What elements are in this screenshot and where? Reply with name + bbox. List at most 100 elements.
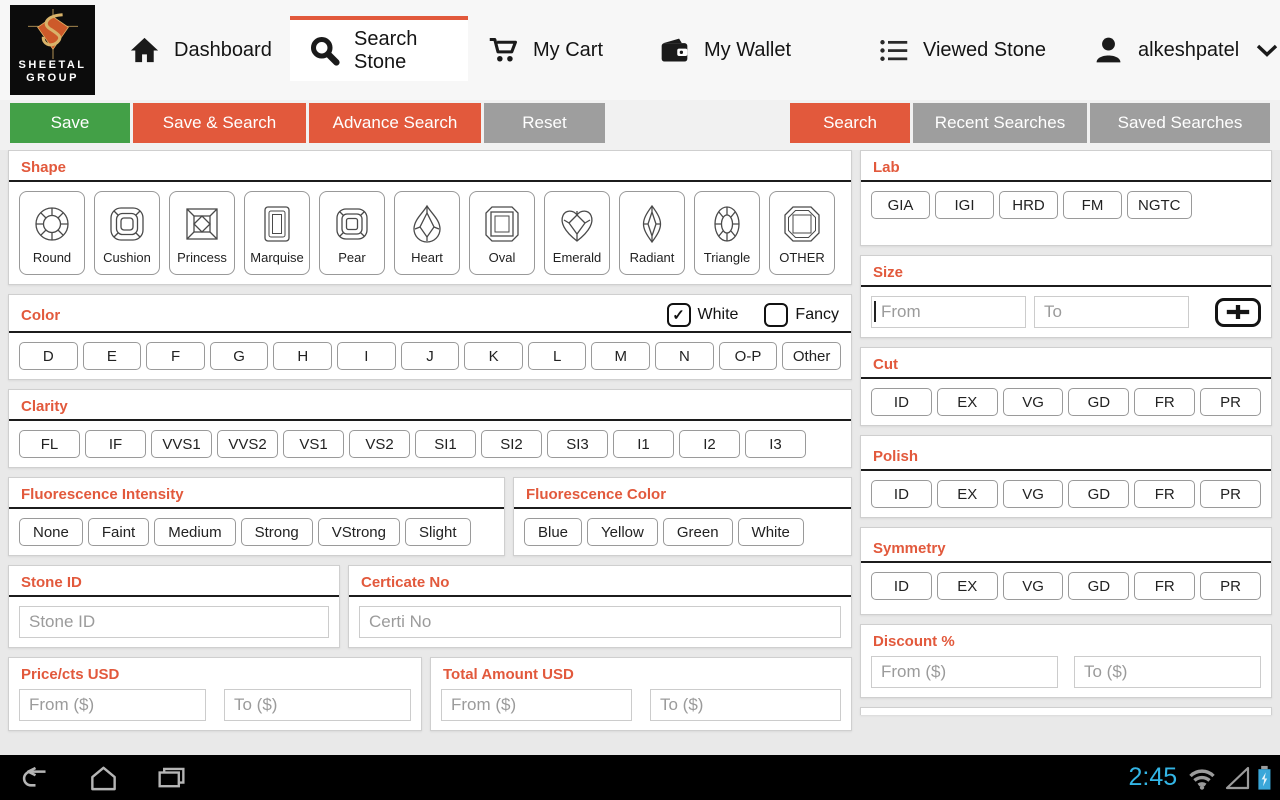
color-option-button[interactable]: E <box>82 342 142 370</box>
discount-from-input[interactable] <box>871 656 1058 688</box>
shape-tile[interactable]: Radiant <box>619 191 685 275</box>
fluorescence-color-button[interactable]: White <box>737 518 804 546</box>
symmetry-option-button[interactable]: GD <box>1068 572 1130 600</box>
nav-item[interactable]: Viewed Stone <box>877 0 1046 100</box>
nav-item[interactable]: Dashboard <box>128 0 272 100</box>
symmetry-option-button[interactable]: PR <box>1200 572 1261 600</box>
stone-id-input[interactable] <box>19 606 329 638</box>
fluorescence-color-button[interactable]: Yellow <box>587 518 658 546</box>
shape-tile[interactable]: Pear <box>319 191 385 275</box>
nav-item[interactable]: Search Stone <box>290 16 468 81</box>
nav-item[interactable]: My Wallet <box>658 0 791 100</box>
total-to-input[interactable] <box>650 689 841 721</box>
color-type-checkbox[interactable]: White <box>666 303 738 327</box>
polish-option-button[interactable]: FR <box>1134 480 1196 508</box>
logo-text-line1: SHEETAL <box>18 59 87 71</box>
cut-option-button[interactable]: FR <box>1134 388 1196 416</box>
cut-option-button[interactable]: ID <box>871 388 932 416</box>
shape-tile[interactable]: Cushion <box>94 191 160 275</box>
price-to-input[interactable] <box>224 689 411 721</box>
symmetry-option-button[interactable]: FR <box>1134 572 1196 600</box>
color-option-button[interactable]: D <box>19 342 78 370</box>
toolbar-button[interactable]: Recent Searches <box>913 103 1087 143</box>
polish-option-button[interactable]: PR <box>1200 480 1261 508</box>
shape-tile[interactable]: Princess <box>169 191 235 275</box>
polish-option-button[interactable]: VG <box>1002 480 1064 508</box>
color-option-button[interactable]: F <box>146 342 205 370</box>
color-option-button[interactable]: O-P <box>718 342 778 370</box>
color-option-button[interactable]: N <box>655 342 714 370</box>
lab-option-button[interactable]: NGTC <box>1127 191 1192 219</box>
toolbar-button[interactable]: Save <box>10 103 130 143</box>
polish-option-button[interactable]: GD <box>1068 480 1130 508</box>
color-option-button[interactable]: Other <box>782 342 841 370</box>
fluorescence-intensity-button[interactable]: VStrong <box>317 518 400 546</box>
cut-option-button[interactable]: PR <box>1200 388 1261 416</box>
price-from-input[interactable] <box>19 689 206 721</box>
home-button[interactable] <box>86 763 120 793</box>
color-option-button[interactable]: L <box>527 342 587 370</box>
nav-item[interactable]: My Cart <box>487 0 603 100</box>
fluorescence-intensity-button[interactable]: Slight <box>404 518 471 546</box>
fluorescence-intensity-button[interactable]: Medium <box>154 518 236 546</box>
clarity-option-button[interactable]: I3 <box>745 430 806 458</box>
shape-tile[interactable]: Emerald <box>544 191 610 275</box>
size-to-input[interactable] <box>1034 296 1189 328</box>
clarity-option-button[interactable]: I1 <box>613 430 674 458</box>
clarity-option-button[interactable]: VS2 <box>349 430 410 458</box>
clarity-option-button[interactable]: VS1 <box>283 430 344 458</box>
color-option-button[interactable]: K <box>464 342 523 370</box>
toolbar-button[interactable]: Advance Search <box>309 103 481 143</box>
sheetal-group-logo[interactable]: SHEETAL GROUP <box>10 5 95 95</box>
shape-tile[interactable]: Triangle <box>694 191 760 275</box>
add-size-range-button[interactable] <box>1215 297 1261 327</box>
clarity-option-button[interactable]: FL <box>19 430 80 458</box>
toolbar-button[interactable]: Search <box>790 103 910 143</box>
color-option-button[interactable]: J <box>400 342 460 370</box>
fluorescence-color-button[interactable]: Blue <box>524 518 583 546</box>
polish-option-button[interactable]: EX <box>936 480 998 508</box>
color-type-checkbox[interactable]: Fancy <box>764 303 839 327</box>
lab-option-button[interactable]: FM <box>1063 191 1122 219</box>
clarity-option-button[interactable]: VVS2 <box>217 430 278 458</box>
color-option-button[interactable]: H <box>273 342 333 370</box>
discount-to-input[interactable] <box>1074 656 1261 688</box>
fluorescence-intensity-button[interactable]: Faint <box>87 518 150 546</box>
cut-option-button[interactable]: EX <box>936 388 998 416</box>
toolbar-button[interactable]: Save & Search <box>133 103 306 143</box>
lab-option-button[interactable]: IGI <box>935 191 994 219</box>
shape-tile[interactable]: Oval <box>469 191 535 275</box>
clarity-option-button[interactable]: I2 <box>679 430 740 458</box>
back-button[interactable] <box>18 763 52 793</box>
size-from-input[interactable] <box>871 296 1026 328</box>
shape-tile[interactable]: Round <box>19 191 85 275</box>
toolbar-button[interactable]: Saved Searches <box>1090 103 1270 143</box>
clarity-option-button[interactable]: VVS1 <box>151 430 212 458</box>
shape-tile[interactable]: Heart <box>394 191 460 275</box>
color-option-button[interactable]: I <box>337 342 396 370</box>
lab-option-button[interactable]: HRD <box>999 191 1058 219</box>
symmetry-option-button[interactable]: EX <box>936 572 998 600</box>
recents-button[interactable] <box>154 763 188 793</box>
cut-option-button[interactable]: VG <box>1002 388 1064 416</box>
polish-option-button[interactable]: ID <box>871 480 932 508</box>
lab-option-button[interactable]: GIA <box>871 191 930 219</box>
color-option-button[interactable]: G <box>209 342 269 370</box>
shape-tile[interactable]: OTHER <box>769 191 835 275</box>
toolbar-button[interactable]: Reset <box>484 103 605 143</box>
nav-item[interactable]: alkeshpatel <box>1092 0 1278 100</box>
symmetry-option-button[interactable]: ID <box>871 572 932 600</box>
fluorescence-color-button[interactable]: Green <box>662 518 733 546</box>
certificate-no-input[interactable] <box>359 606 841 638</box>
clarity-option-button[interactable]: SI1 <box>415 430 476 458</box>
clarity-option-button[interactable]: SI3 <box>547 430 608 458</box>
fluorescence-intensity-button[interactable]: None <box>19 518 83 546</box>
clarity-option-button[interactable]: SI2 <box>481 430 542 458</box>
clarity-option-button[interactable]: IF <box>85 430 146 458</box>
fluorescence-intensity-button[interactable]: Strong <box>240 518 313 546</box>
symmetry-option-button[interactable]: VG <box>1002 572 1064 600</box>
total-from-input[interactable] <box>441 689 632 721</box>
cut-option-button[interactable]: GD <box>1068 388 1130 416</box>
color-option-button[interactable]: M <box>591 342 651 370</box>
shape-tile[interactable]: Marquise <box>244 191 310 275</box>
